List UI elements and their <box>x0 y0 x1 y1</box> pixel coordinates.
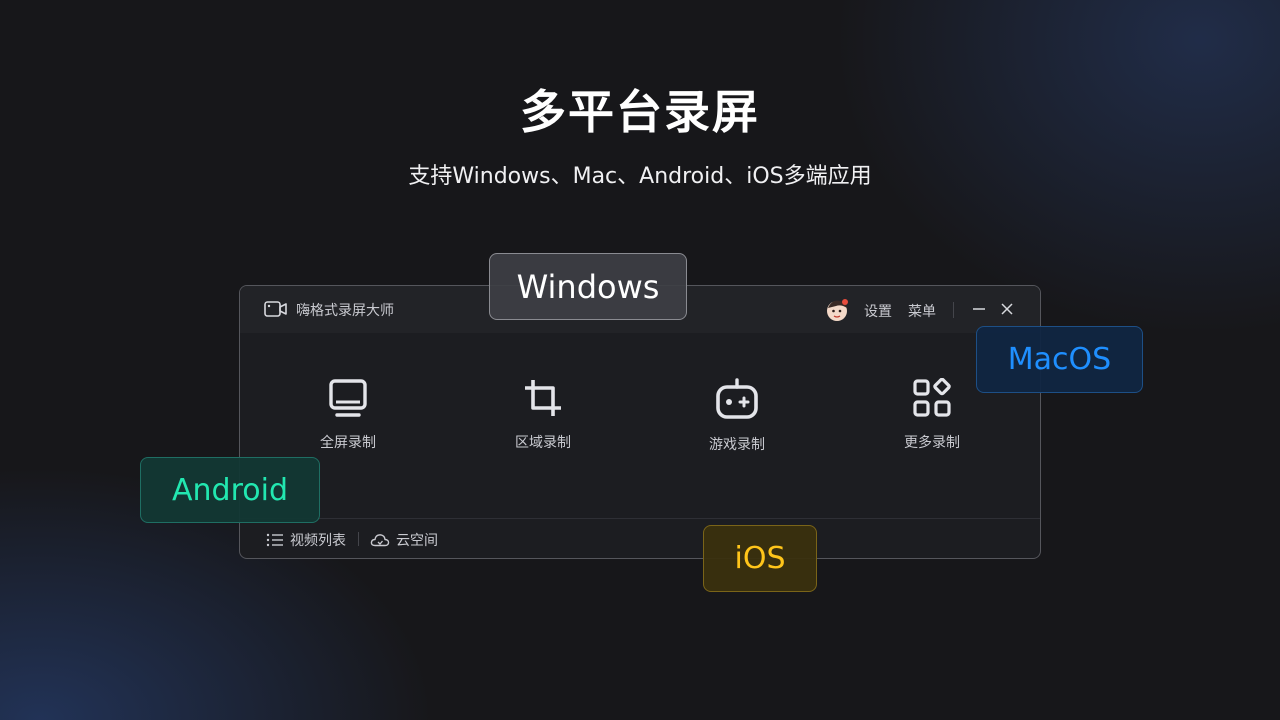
ios-tag: iOS <box>703 525 817 592</box>
close-icon[interactable] <box>1000 302 1014 316</box>
footer-divider <box>240 518 1040 519</box>
cloud-icon <box>370 534 390 547</box>
gamepad-icon <box>716 378 758 419</box>
settings-button[interactable]: 设置 <box>864 301 892 321</box>
windows-tag: Windows <box>489 253 687 320</box>
mode-label: 区域录制 <box>515 435 571 451</box>
titlebar-divider <box>953 302 954 318</box>
cloud-space-button[interactable]: 云空间 <box>370 530 438 550</box>
fullscreen-record-button[interactable]: 全屏录制 <box>273 378 423 468</box>
app-name: 嗨格式录屏大师 <box>296 303 394 319</box>
mode-label: 游戏录制 <box>709 437 765 453</box>
hero-title: 多平台录屏 <box>520 85 760 139</box>
macos-tag: MacOS <box>976 326 1143 393</box>
menu-button[interactable]: 菜单 <box>908 301 936 321</box>
mode-label: 全屏录制 <box>320 435 376 451</box>
android-tag: Android <box>140 457 320 523</box>
cartoon-avatar-icon[interactable] <box>824 297 850 323</box>
game-record-button[interactable]: 游戏录制 <box>662 378 812 468</box>
video-list-label: 视频列表 <box>290 533 346 549</box>
apps-grid-icon <box>913 378 951 417</box>
list-icon <box>266 533 283 547</box>
cloud-space-label: 云空间 <box>396 533 438 549</box>
crop-icon <box>525 380 561 416</box>
video-camera-icon <box>264 301 287 317</box>
footer-separator <box>358 532 359 546</box>
app-window: 嗨格式录屏大师 设置 菜单 全屏录制 区域录制 游戏录制 更多录制 视频列表 云… <box>239 285 1041 559</box>
hero-subtitle: 支持Windows、Mac、Android、iOS多端应用 <box>408 164 872 189</box>
monitor-icon <box>329 379 367 417</box>
region-record-button[interactable]: 区域录制 <box>468 378 618 468</box>
minimize-icon[interactable] <box>972 302 986 316</box>
video-list-button[interactable]: 视频列表 <box>266 530 346 550</box>
mode-label: 更多录制 <box>904 435 960 451</box>
